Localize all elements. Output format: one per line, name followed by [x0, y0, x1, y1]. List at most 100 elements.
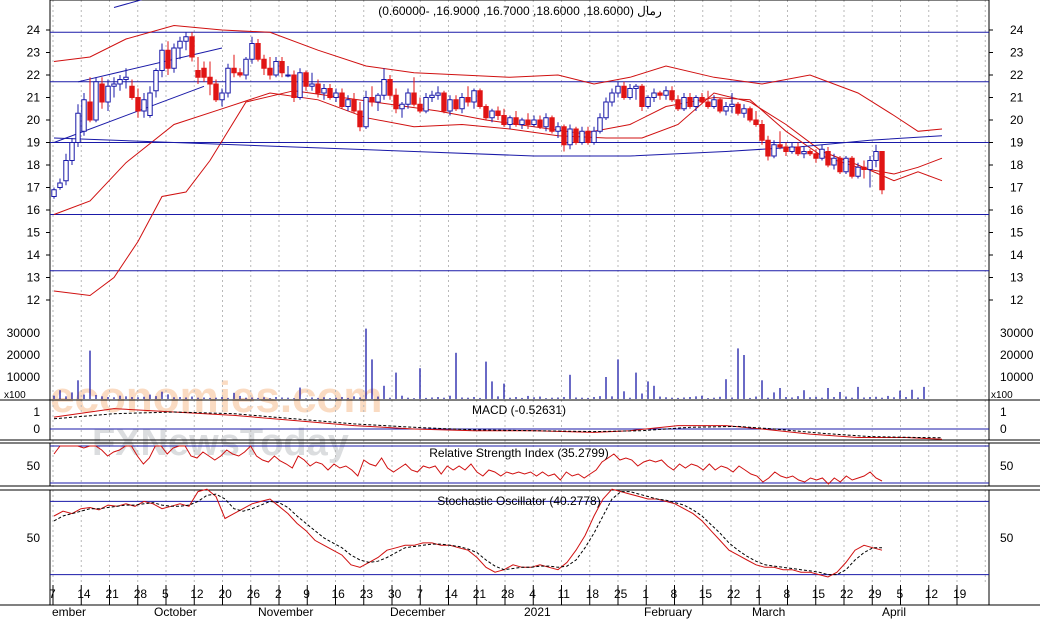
stoch-tick-left-50: 50 [27, 531, 41, 545]
candle-body-14 [135, 97, 141, 112]
candle-body-4 [75, 112, 81, 143]
candle-body-92 [603, 101, 609, 119]
x-tick-7: 26 [247, 587, 261, 601]
x-tick-16: 28 [501, 587, 515, 601]
candle-body-93 [609, 92, 615, 103]
candle-body-115 [741, 108, 747, 114]
candle-body-22 [183, 36, 189, 42]
x-tick-5: 12 [190, 587, 204, 601]
candle-body-49 [345, 99, 351, 107]
x-tick-23: 15 [699, 587, 713, 601]
candle-body-2 [63, 160, 69, 182]
candle-body-138 [879, 151, 885, 191]
macd-tick-right-0: 0 [1000, 422, 1007, 436]
x-month-0: ember [52, 605, 86, 619]
volume-tick-right-30000: 30000 [1000, 326, 1034, 340]
candle-body-75 [501, 115, 507, 125]
candle-body-6 [87, 101, 93, 121]
candle-body-12 [123, 76, 129, 80]
price-tick-left-16: 16 [27, 203, 41, 217]
candle-body-131 [837, 157, 843, 173]
candle-body-47 [333, 92, 339, 98]
candle-body-77 [513, 117, 519, 125]
candle-body-135 [861, 166, 867, 170]
candle-body-60 [411, 92, 417, 105]
price-tick-left-23: 23 [27, 46, 41, 60]
candle-body-97 [633, 85, 639, 89]
candle-body-96 [627, 88, 633, 98]
candle-body-118 [759, 124, 765, 141]
x-tick-2: 21 [106, 587, 120, 601]
bollinger-middle-line [53, 90, 943, 297]
price-tick-left-22: 22 [27, 68, 41, 82]
candle-body-81 [537, 119, 543, 128]
candle-body-136 [867, 160, 873, 170]
candle-body-57 [393, 94, 399, 110]
x-tick-15: 21 [473, 587, 487, 601]
x-tick-11: 23 [360, 587, 374, 601]
candle-body-5 [81, 99, 87, 132]
price-tick-right-14: 14 [1010, 248, 1024, 262]
price-tick-right-21: 21 [1010, 91, 1024, 105]
price-tick-right-18: 18 [1010, 158, 1024, 172]
candle-body-123 [789, 146, 795, 152]
price-tick-right-12: 12 [1010, 293, 1024, 307]
price-tick-left-18: 18 [27, 158, 41, 172]
candle-body-44 [315, 83, 321, 94]
candle-body-85 [561, 126, 567, 146]
x-tick-29: 29 [868, 587, 882, 601]
x-tick-10: 16 [332, 587, 346, 601]
candle-body-10 [111, 83, 117, 87]
candle-body-71 [477, 90, 483, 107]
candle-body-106 [687, 97, 693, 107]
candle-body-102 [663, 90, 669, 96]
candle-body-112 [723, 106, 729, 112]
stoch-tick-right-50: 50 [1000, 531, 1014, 545]
x-tick-6: 20 [219, 587, 233, 601]
price-tick-right-13: 13 [1010, 271, 1024, 285]
candle-body-120 [771, 144, 777, 157]
stochastic-panel-title: Stochastic Oscillator (40.2778) [437, 494, 600, 508]
candle-body-59 [405, 92, 411, 105]
candle-body-61 [417, 103, 423, 112]
candle-body-35 [261, 58, 267, 69]
candle-body-20 [171, 47, 177, 69]
candle-body-29 [225, 67, 231, 94]
candle-body-69 [465, 97, 471, 103]
candle-body-78 [519, 119, 525, 125]
candle-body-3 [69, 142, 75, 161]
candle-body-73 [489, 110, 495, 119]
price-tick-left-19: 19 [27, 136, 41, 150]
price-tick-left-21: 21 [27, 91, 41, 105]
candle-body-72 [483, 106, 489, 119]
price-tick-right-16: 16 [1010, 203, 1024, 217]
candle-body-86 [567, 128, 573, 146]
volume-tick-left-30000: 30000 [7, 326, 41, 340]
candle-body-122 [783, 146, 789, 152]
candle-body-41 [297, 72, 303, 98]
candle-body-76 [507, 117, 513, 125]
candle-body-104 [675, 99, 681, 110]
candle-body-23 [189, 36, 195, 58]
candle-body-67 [453, 99, 459, 110]
candle-body-87 [573, 128, 579, 143]
x-tick-3: 28 [134, 587, 148, 601]
candle-body-133 [849, 157, 855, 177]
x-month-5: February [644, 605, 692, 619]
candle-body-18 [159, 49, 165, 71]
candle-body-46 [327, 88, 333, 98]
x-month-6: March [752, 605, 785, 619]
candle-body-80 [531, 119, 537, 125]
candle-body-74 [495, 110, 501, 116]
candle-body-124 [795, 146, 801, 155]
candle-body-70 [471, 90, 477, 103]
x-tick-28: 22 [840, 587, 854, 601]
candle-body-58 [399, 103, 405, 110]
x-month-1: October [154, 605, 197, 619]
candle-body-11 [117, 79, 123, 85]
price-tick-right-22: 22 [1010, 68, 1024, 82]
candle-body-54 [375, 94, 381, 103]
volume-tick-left-20000: 20000 [7, 348, 41, 362]
candle-body-83 [549, 117, 555, 132]
candle-body-40 [291, 74, 297, 98]
